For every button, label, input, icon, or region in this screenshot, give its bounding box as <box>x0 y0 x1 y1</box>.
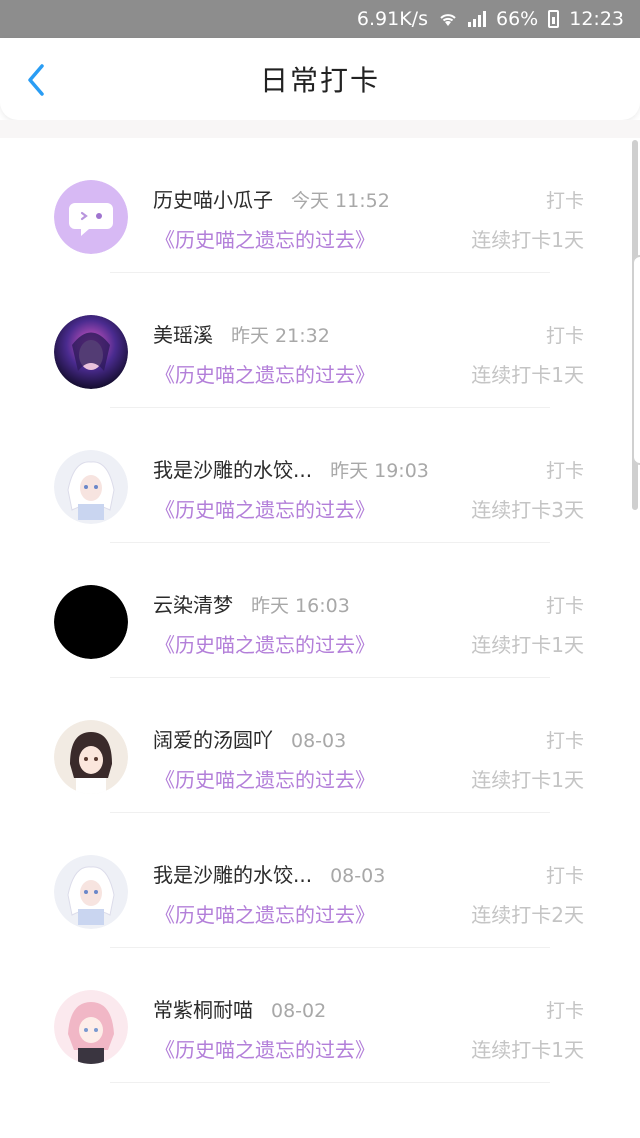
list-item[interactable]: 历史喵小瓜子 今天 11:52 《历史喵之遗忘的过去》 打卡 连续打卡1天 <box>0 138 640 273</box>
checkin-label: 打卡 <box>545 1000 584 1022</box>
checkin-time: 昨天 19:03 <box>330 460 429 482</box>
book-title-link[interactable]: 《历史喵之遗忘的过去》 <box>155 359 375 388</box>
user-name[interactable]: 我是沙雕的水饺... <box>153 859 312 888</box>
book-title-link[interactable]: 《历史喵之遗忘的过去》 <box>155 764 375 793</box>
list-item[interactable]: 我是沙雕的水饺... 昨天 19:03 《历史喵之遗忘的过去》 打卡 连续打卡3… <box>0 408 640 543</box>
network-speed: 6.91K/s <box>356 8 428 30</box>
book-title-link[interactable]: 《历史喵之遗忘的过去》 <box>155 494 375 523</box>
checkin-time: 昨天 21:32 <box>231 325 330 347</box>
checkin-label: 打卡 <box>545 325 584 347</box>
user-name[interactable]: 阔爱的汤圆吖 <box>153 724 273 753</box>
book-title-link[interactable]: 《历史喵之遗忘的过去》 <box>155 1034 375 1063</box>
book-title-link[interactable]: 《历史喵之遗忘的过去》 <box>155 629 375 658</box>
list-item[interactable]: 常紫桐耐喵 08-02 《历史喵之遗忘的过去》 打卡 连续打卡1天 <box>0 948 640 1083</box>
book-title-link[interactable]: 《历史喵之遗忘的过去》 <box>155 224 375 253</box>
user-name[interactable]: 美瑶溪 <box>153 319 213 348</box>
streak-count: 连续打卡3天 <box>471 498 584 522</box>
checkin-label: 打卡 <box>545 865 584 887</box>
streak-count: 连续打卡1天 <box>471 633 584 657</box>
checkin-label: 打卡 <box>545 460 584 482</box>
streak-count: 连续打卡2天 <box>471 903 584 927</box>
list-item[interactable]: 我是沙雕的水饺... 08-03 《历史喵之遗忘的过去》 打卡 连续打卡2天 <box>0 813 640 948</box>
separator-band <box>0 120 640 138</box>
user-avatar[interactable] <box>54 855 128 929</box>
checkin-list: 历史喵小瓜子 今天 11:52 《历史喵之遗忘的过去》 打卡 连续打卡1天 美瑶… <box>0 138 640 1138</box>
wifi-icon <box>438 10 458 28</box>
header-bar: 日常打卡 <box>0 38 640 120</box>
user-avatar[interactable] <box>54 720 128 794</box>
list-item[interactable]: 云染清梦 昨天 16:03 《历史喵之遗忘的过去》 打卡 连续打卡1天 <box>0 543 640 678</box>
chevron-left-icon <box>28 64 44 96</box>
user-name[interactable]: 我是沙雕的水饺... <box>153 454 312 483</box>
list-item[interactable]: 阔爱的汤圆吖 08-03 《历史喵之遗忘的过去》 打卡 连续打卡1天 <box>0 678 640 813</box>
checkin-time: 08-03 <box>330 865 386 887</box>
checkin-label: 打卡 <box>545 595 584 617</box>
status-bar: 6.91K/s 66% 12:23 <box>0 0 640 38</box>
battery-icon <box>548 10 560 28</box>
back-button[interactable] <box>18 62 54 98</box>
default-avatar-icon[interactable] <box>54 180 128 254</box>
user-avatar[interactable] <box>54 315 128 389</box>
user-avatar[interactable] <box>54 450 128 524</box>
divider <box>110 1082 550 1083</box>
streak-count: 连续打卡1天 <box>471 768 584 792</box>
page-title: 日常打卡 <box>259 64 380 97</box>
checkin-label: 打卡 <box>545 730 584 752</box>
book-title-link[interactable]: 《历史喵之遗忘的过去》 <box>155 899 375 928</box>
checkin-time: 昨天 16:03 <box>251 595 350 617</box>
signal-icon <box>468 11 486 27</box>
user-avatar[interactable] <box>54 990 128 1064</box>
checkin-time: 08-03 <box>291 730 347 752</box>
checkin-time: 今天 11:52 <box>291 190 390 212</box>
edge-panel-handle[interactable] <box>632 255 640 465</box>
user-name[interactable]: 云染清梦 <box>153 589 233 618</box>
streak-count: 连续打卡1天 <box>471 363 584 387</box>
streak-count: 连续打卡1天 <box>471 228 584 252</box>
clock: 12:23 <box>569 8 624 30</box>
user-avatar[interactable] <box>54 585 128 659</box>
battery-percent: 66% <box>496 8 539 30</box>
checkin-label: 打卡 <box>545 190 584 212</box>
streak-count: 连续打卡1天 <box>471 1038 584 1062</box>
user-name[interactable]: 常紫桐耐喵 <box>153 994 253 1023</box>
user-name[interactable]: 历史喵小瓜子 <box>153 184 273 213</box>
checkin-time: 08-02 <box>271 1000 327 1022</box>
list-item[interactable]: 美瑶溪 昨天 21:32 《历史喵之遗忘的过去》 打卡 连续打卡1天 <box>0 273 640 408</box>
